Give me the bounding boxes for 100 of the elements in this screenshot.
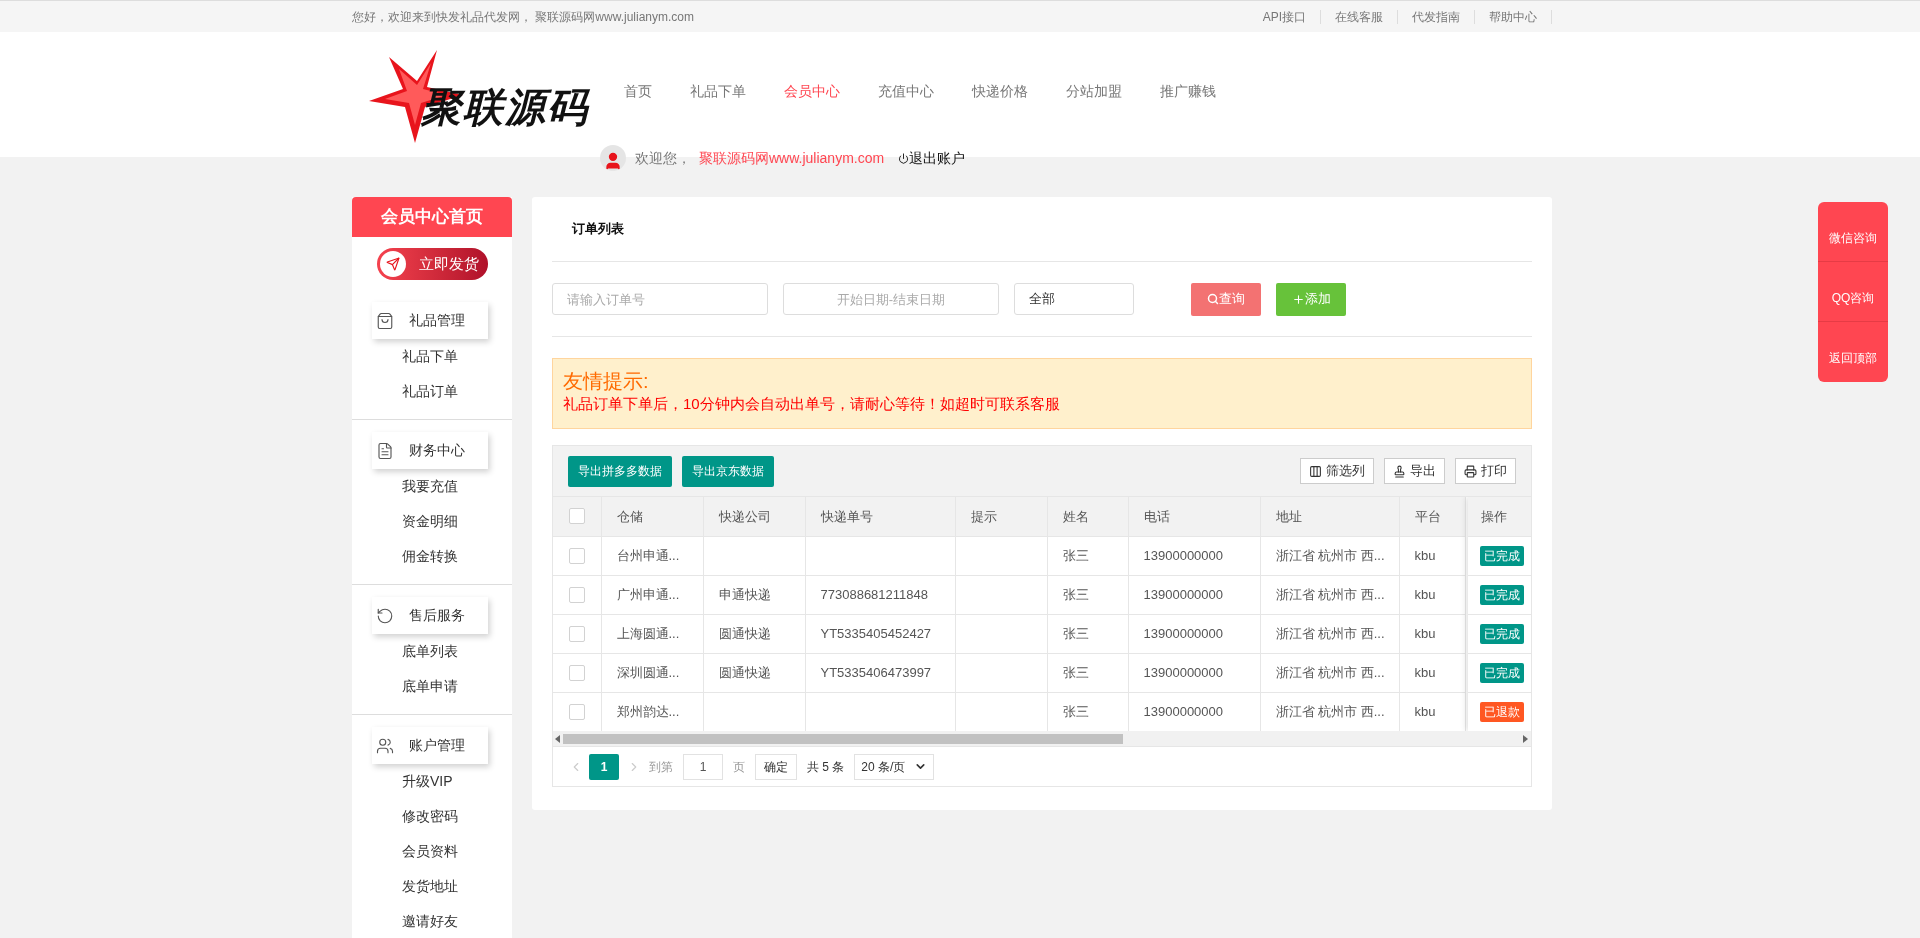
- table-cell: 张三: [1062, 664, 1089, 680]
- table-cell: 张三: [1062, 547, 1089, 563]
- plus-icon: [1291, 292, 1305, 306]
- group-header[interactable]: 礼品管理: [372, 302, 488, 339]
- table-cell: 张三: [1062, 704, 1089, 719]
- status-badge: 已退款: [1480, 702, 1524, 722]
- table-cell: 圆通快递: [718, 625, 771, 641]
- table-cell: kbu: [1414, 547, 1436, 563]
- scroll-right-icon[interactable]: [1523, 734, 1529, 743]
- sidebar-item[interactable]: 修改密码: [352, 799, 512, 834]
- confirm-button[interactable]: 确定: [755, 753, 797, 780]
- status-field[interactable]: 全部: [1014, 283, 1134, 315]
- table-cell: 浙江省 杭州市 西...: [1275, 547, 1385, 563]
- sidebar-item[interactable]: 邀请好友: [352, 904, 512, 938]
- group-header[interactable]: 账户管理: [372, 727, 488, 764]
- nav-link[interactable]: 礼品下单: [671, 81, 765, 102]
- table-cell: 张三: [1062, 625, 1089, 641]
- column-header: 快递公司: [718, 508, 771, 524]
- top-link[interactable]: 代发指南: [1398, 9, 1475, 24]
- search-icon: [1207, 293, 1219, 305]
- column-header: 快递单号: [820, 508, 873, 524]
- table-cell: 浙江省 杭州市 西...: [1275, 704, 1385, 719]
- scroll-left-icon[interactable]: [555, 734, 561, 743]
- panel-title: 订单列表: [552, 197, 1532, 262]
- sidebar-item[interactable]: 佣金转换: [352, 539, 512, 574]
- tool-button[interactable]: 筛选列: [1300, 458, 1374, 484]
- logout-link[interactable]: 退出账户: [898, 147, 966, 169]
- nav-link[interactable]: 快递价格: [953, 81, 1047, 102]
- total-count: 共 5 条: [807, 758, 845, 776]
- sidebar-item[interactable]: 会员资料: [352, 834, 512, 869]
- columns-icon: [1309, 464, 1322, 478]
- sidebar-item[interactable]: 升级VIP: [352, 764, 512, 799]
- table-cell: 申通快递: [718, 586, 771, 602]
- column-header: 姓名: [1062, 508, 1089, 524]
- sidebar-item[interactable]: 发货地址: [352, 869, 512, 904]
- top-link[interactable]: 帮助中心: [1475, 9, 1552, 24]
- checkbox[interactable]: [568, 586, 585, 603]
- table-cell: YT5335405452427: [820, 625, 932, 641]
- table-cell: 深圳圆通...: [616, 664, 680, 680]
- notice-text: 礼品订单下单后，10分钟内会自动出单号，请耐心等待！如超时可联系客服: [563, 394, 1061, 414]
- stamp-icon: [1393, 464, 1406, 478]
- table-cell: 13900000000: [1143, 704, 1224, 719]
- table-cell: kbu: [1414, 586, 1436, 602]
- page-unit: 页: [733, 758, 745, 776]
- checkbox[interactable]: [568, 625, 585, 642]
- bag-icon: [376, 311, 394, 330]
- table-cell: 773088681211848: [820, 586, 928, 602]
- export-button[interactable]: 导出京东数据: [682, 455, 774, 487]
- top-link[interactable]: API接口: [1248, 9, 1321, 24]
- group-header[interactable]: 财务中心: [372, 432, 488, 469]
- sidebar-item[interactable]: 我要充值: [352, 469, 512, 504]
- send-icon: [379, 251, 406, 277]
- table-cell: kbu: [1414, 664, 1436, 680]
- table-cell: 浙江省 杭州市 西...: [1275, 586, 1385, 602]
- status-badge: 已完成: [1480, 546, 1524, 566]
- table-cell: 13900000000: [1143, 664, 1224, 680]
- nav-link[interactable]: 首页: [605, 81, 671, 102]
- sidebar-item[interactable]: 资金明细: [352, 504, 512, 539]
- column-header: 电话: [1143, 508, 1170, 524]
- ship-button[interactable]: 立即发货: [376, 248, 488, 280]
- checkbox[interactable]: [568, 703, 585, 720]
- nav-link[interactable]: 推广赚钱: [1141, 81, 1235, 102]
- order-field[interactable]: 请输入订单号: [552, 283, 768, 315]
- table-cell: 浙江省 杭州市 西...: [1275, 664, 1385, 680]
- notice-title: 友情提示:: [563, 369, 650, 393]
- sidebar-item[interactable]: 礼品下单: [352, 339, 512, 374]
- group-header[interactable]: 售后服务: [372, 597, 488, 634]
- checkbox[interactable]: [568, 547, 585, 564]
- refresh-icon: [376, 606, 394, 625]
- table-cell: 台州申通...: [616, 547, 680, 563]
- table-cell: YT5335406473997: [820, 664, 932, 680]
- sidebar-item[interactable]: 礼品订单: [352, 374, 512, 409]
- checkbox[interactable]: [568, 508, 585, 525]
- sidebar-item[interactable]: 底单申请: [352, 669, 512, 704]
- tool-button[interactable]: 打印: [1455, 458, 1516, 484]
- nav-link[interactable]: 分站加盟: [1047, 81, 1141, 102]
- page-field[interactable]: 1: [683, 753, 723, 780]
- table-cell: 圆通快递: [718, 664, 771, 680]
- top-link[interactable]: 在线客服: [1321, 9, 1398, 24]
- sidebar-item[interactable]: 底单列表: [352, 634, 512, 669]
- tool-button[interactable]: 导出: [1384, 458, 1445, 484]
- export-button[interactable]: 导出拼多多数据: [568, 455, 672, 487]
- column-header: 地址: [1275, 508, 1302, 524]
- table-cell: 郑州韵达...: [616, 704, 680, 719]
- table-cell: 上海圆通...: [616, 625, 680, 641]
- goto-label: 到第: [649, 758, 673, 776]
- receipt-icon: [376, 441, 394, 460]
- table-cell: kbu: [1414, 704, 1436, 719]
- date-field[interactable]: 开始日期-结束日期: [783, 283, 999, 315]
- page-size-select[interactable]: 20 条/页: [854, 753, 935, 780]
- table-cell: 张三: [1062, 586, 1089, 602]
- column-header: 操作: [1468, 497, 1531, 536]
- power-icon: [898, 152, 910, 164]
- status-badge: 已完成: [1480, 624, 1524, 644]
- horizontal-scrollbar[interactable]: [553, 731, 1531, 746]
- avatar-icon: [600, 145, 626, 171]
- checkbox[interactable]: [568, 664, 585, 681]
- welcome-text: 您好，欢迎来到快发礼品代发网， 聚联源码网www.julianym.com: [352, 8, 695, 26]
- nav-link[interactable]: 充值中心: [859, 81, 953, 102]
- page-button[interactable]: 1: [589, 753, 619, 780]
